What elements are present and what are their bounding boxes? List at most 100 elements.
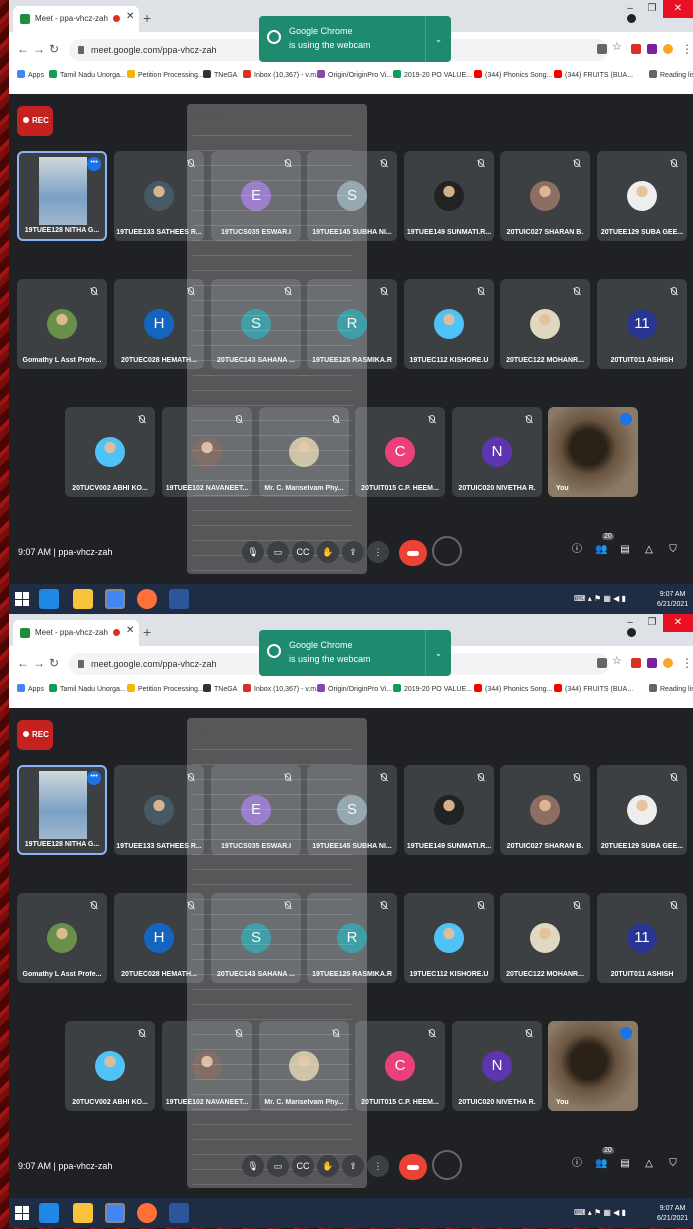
bookmark-item[interactable]: Petition Processing... [127, 684, 204, 693]
file-explorer-icon[interactable] [73, 589, 93, 609]
more-options-button[interactable]: ⋮ [367, 541, 389, 563]
new-tab-button[interactable]: + [143, 10, 151, 26]
people-icon[interactable]: 👥 [595, 1158, 607, 1170]
minimize-button[interactable]: – [619, 614, 641, 632]
camera-site-icon[interactable] [597, 658, 607, 668]
activities-icon[interactable]: △ [643, 1158, 655, 1170]
close-window-button[interactable]: ✕ [663, 0, 693, 18]
taskbar-clock[interactable]: 9:07 AM 6/21/2021 [657, 1204, 688, 1224]
bookmark-item[interactable]: 2019-20 PO VALUE... [393, 684, 472, 693]
minimize-button[interactable]: – [619, 0, 641, 18]
participant-tile[interactable]: 19TUEE149 SUNMATI.R... [404, 151, 494, 241]
close-tab-icon[interactable]: ✕ [126, 625, 134, 636]
start-button-icon[interactable] [15, 592, 29, 606]
chat-icon[interactable]: ▤ [619, 1158, 631, 1170]
more-options-button[interactable]: ⋮ [367, 1155, 389, 1177]
participant-tile[interactable]: 20TUCV002 ABHI KO... [65, 407, 155, 497]
bookmark-item[interactable]: 2019-20 PO VALUE... [393, 70, 472, 79]
participant-tile[interactable]: C 20TUIT015 C.P. HEEM... [355, 407, 445, 497]
chevron-down-icon[interactable]: ⌄ [425, 630, 451, 676]
participant-tile[interactable]: 19TUEE149 SUNMATI.R... [404, 765, 494, 855]
participant-tile[interactable]: 11 20TUIT011 ASHISH [597, 279, 687, 369]
present-button[interactable]: ⇪ [342, 1155, 364, 1177]
webcam-notification[interactable]: Google Chrome is using the webcam ⌄ [259, 16, 451, 62]
participant-tile[interactable]: 20TUIC027 SHARAN B. [500, 151, 590, 241]
participant-tile[interactable]: 20TUCV002 ABHI KO... [65, 1021, 155, 1111]
extension-icon[interactable] [631, 658, 641, 668]
raise-hand-button[interactable]: ✋ [317, 1155, 339, 1177]
self-video-tile[interactable]: You [548, 1021, 638, 1111]
bookmark-item[interactable]: (344) Phonics Song... [474, 70, 552, 79]
bookmark-item[interactable]: Inbox (10,367) - v.m... [243, 684, 322, 693]
chrome-icon[interactable] [105, 1203, 125, 1223]
mic-button[interactable]: 🎙 [242, 1155, 264, 1177]
extension-icon[interactable] [663, 658, 673, 668]
info-icon[interactable]: ⓘ [571, 1158, 583, 1170]
bookmark-item[interactable]: Origin/OriginPro Vi... [317, 684, 392, 693]
reload-icon[interactable]: ↻ [49, 42, 59, 56]
activities-icon[interactable]: △ [643, 544, 655, 556]
camera-site-icon[interactable] [597, 44, 607, 54]
ie-icon[interactable] [39, 589, 59, 609]
info-icon[interactable]: ⓘ [571, 544, 583, 556]
participant-tile[interactable]: Gomathy L Asst Profe... [17, 893, 107, 983]
maximize-button[interactable]: ❐ [641, 0, 663, 18]
browser-tab[interactable]: Meet - ppa-vhcz-zah ✕ [13, 620, 139, 646]
ie-icon[interactable] [39, 1203, 59, 1223]
word-icon[interactable] [169, 1203, 189, 1223]
bookmark-item[interactable]: Apps [17, 70, 44, 79]
participant-tile[interactable]: 20TUIC027 SHARAN B. [500, 765, 590, 855]
bookmark-item[interactable]: Tamil Nadu Unorga... [49, 684, 126, 693]
present-button[interactable]: ⇪ [342, 541, 364, 563]
bookmark-item[interactable]: TNeGA [203, 70, 237, 79]
taskbar-clock[interactable]: 9:07 AM 6/21/2021 [657, 590, 688, 610]
mic-button[interactable]: 🎙 [242, 541, 264, 563]
participant-tile[interactable]: 19TUEC112 KISHORE.U [404, 279, 494, 369]
bookmark-item[interactable]: Reading list [649, 684, 693, 693]
participant-tile[interactable]: N 20TUIC020 NIVETHA R. [452, 1021, 542, 1111]
maximize-button[interactable]: ❐ [641, 614, 663, 632]
more-options-icon[interactable]: ••• [87, 157, 101, 171]
extension-circle[interactable] [432, 1150, 462, 1180]
participant-tile[interactable]: ••• 19TUEE128 NITHA G... [17, 151, 107, 241]
webcam-notification[interactable]: Google Chrome is using the webcam ⌄ [259, 630, 451, 676]
bookmark-item[interactable]: Origin/OriginPro Vi... [317, 70, 392, 79]
participant-tile[interactable]: 19TUEC112 KISHORE.U [404, 893, 494, 983]
word-icon[interactable] [169, 589, 189, 609]
firefox-icon[interactable] [137, 1203, 157, 1223]
bookmark-item[interactable]: (344) Phonics Song... [474, 684, 552, 693]
chevron-down-icon[interactable]: ⌄ [425, 16, 451, 62]
raise-hand-button[interactable]: ✋ [317, 541, 339, 563]
participant-tile[interactable]: ••• 19TUEE128 NITHA G... [17, 765, 107, 855]
back-icon[interactable]: ← [17, 656, 29, 670]
new-tab-button[interactable]: + [143, 624, 151, 640]
leave-call-button[interactable] [399, 1154, 427, 1180]
participant-tile[interactable]: N 20TUIC020 NIVETHA R. [452, 407, 542, 497]
participant-tile[interactable]: 20TUEE129 SUBA GEE... [597, 151, 687, 241]
chrome-icon[interactable] [105, 589, 125, 609]
system-tray[interactable]: ⌨ ▴ ⚑ ▦ ◀ ▮ [574, 1208, 626, 1217]
bookmark-item[interactable]: TNeGA [203, 684, 237, 693]
chat-icon[interactable]: ▤ [619, 544, 631, 556]
participant-tile[interactable]: 11 20TUIT011 ASHISH [597, 893, 687, 983]
self-video-tile[interactable]: You [548, 407, 638, 497]
bookmark-item[interactable]: (344) FRUITS (BUA... [554, 684, 633, 693]
captions-button[interactable]: CC [292, 1155, 314, 1177]
participant-tile[interactable]: 20TUEC122 MOHANR... [500, 893, 590, 983]
close-tab-icon[interactable]: ✕ [126, 11, 134, 22]
file-explorer-icon[interactable] [73, 1203, 93, 1223]
forward-icon[interactable]: → [33, 42, 45, 56]
participant-tile[interactable]: C 20TUIT015 C.P. HEEM... [355, 1021, 445, 1111]
more-options-icon[interactable]: ••• [87, 771, 101, 785]
bookmark-item[interactable]: Apps [17, 684, 44, 693]
menu-icon[interactable]: ⋮ [681, 656, 693, 670]
star-icon[interactable]: ☆ [612, 654, 622, 667]
people-icon[interactable]: 👥 [595, 544, 607, 556]
participant-tile[interactable]: 20TUEE129 SUBA GEE... [597, 765, 687, 855]
extension-circle[interactable] [432, 536, 462, 566]
leave-call-button[interactable] [399, 540, 427, 566]
bookmark-item[interactable]: (344) FRUITS (BUA... [554, 70, 633, 79]
menu-icon[interactable]: ⋮ [681, 42, 693, 56]
bookmark-item[interactable]: Reading list [649, 70, 693, 79]
reload-icon[interactable]: ↻ [49, 656, 59, 670]
